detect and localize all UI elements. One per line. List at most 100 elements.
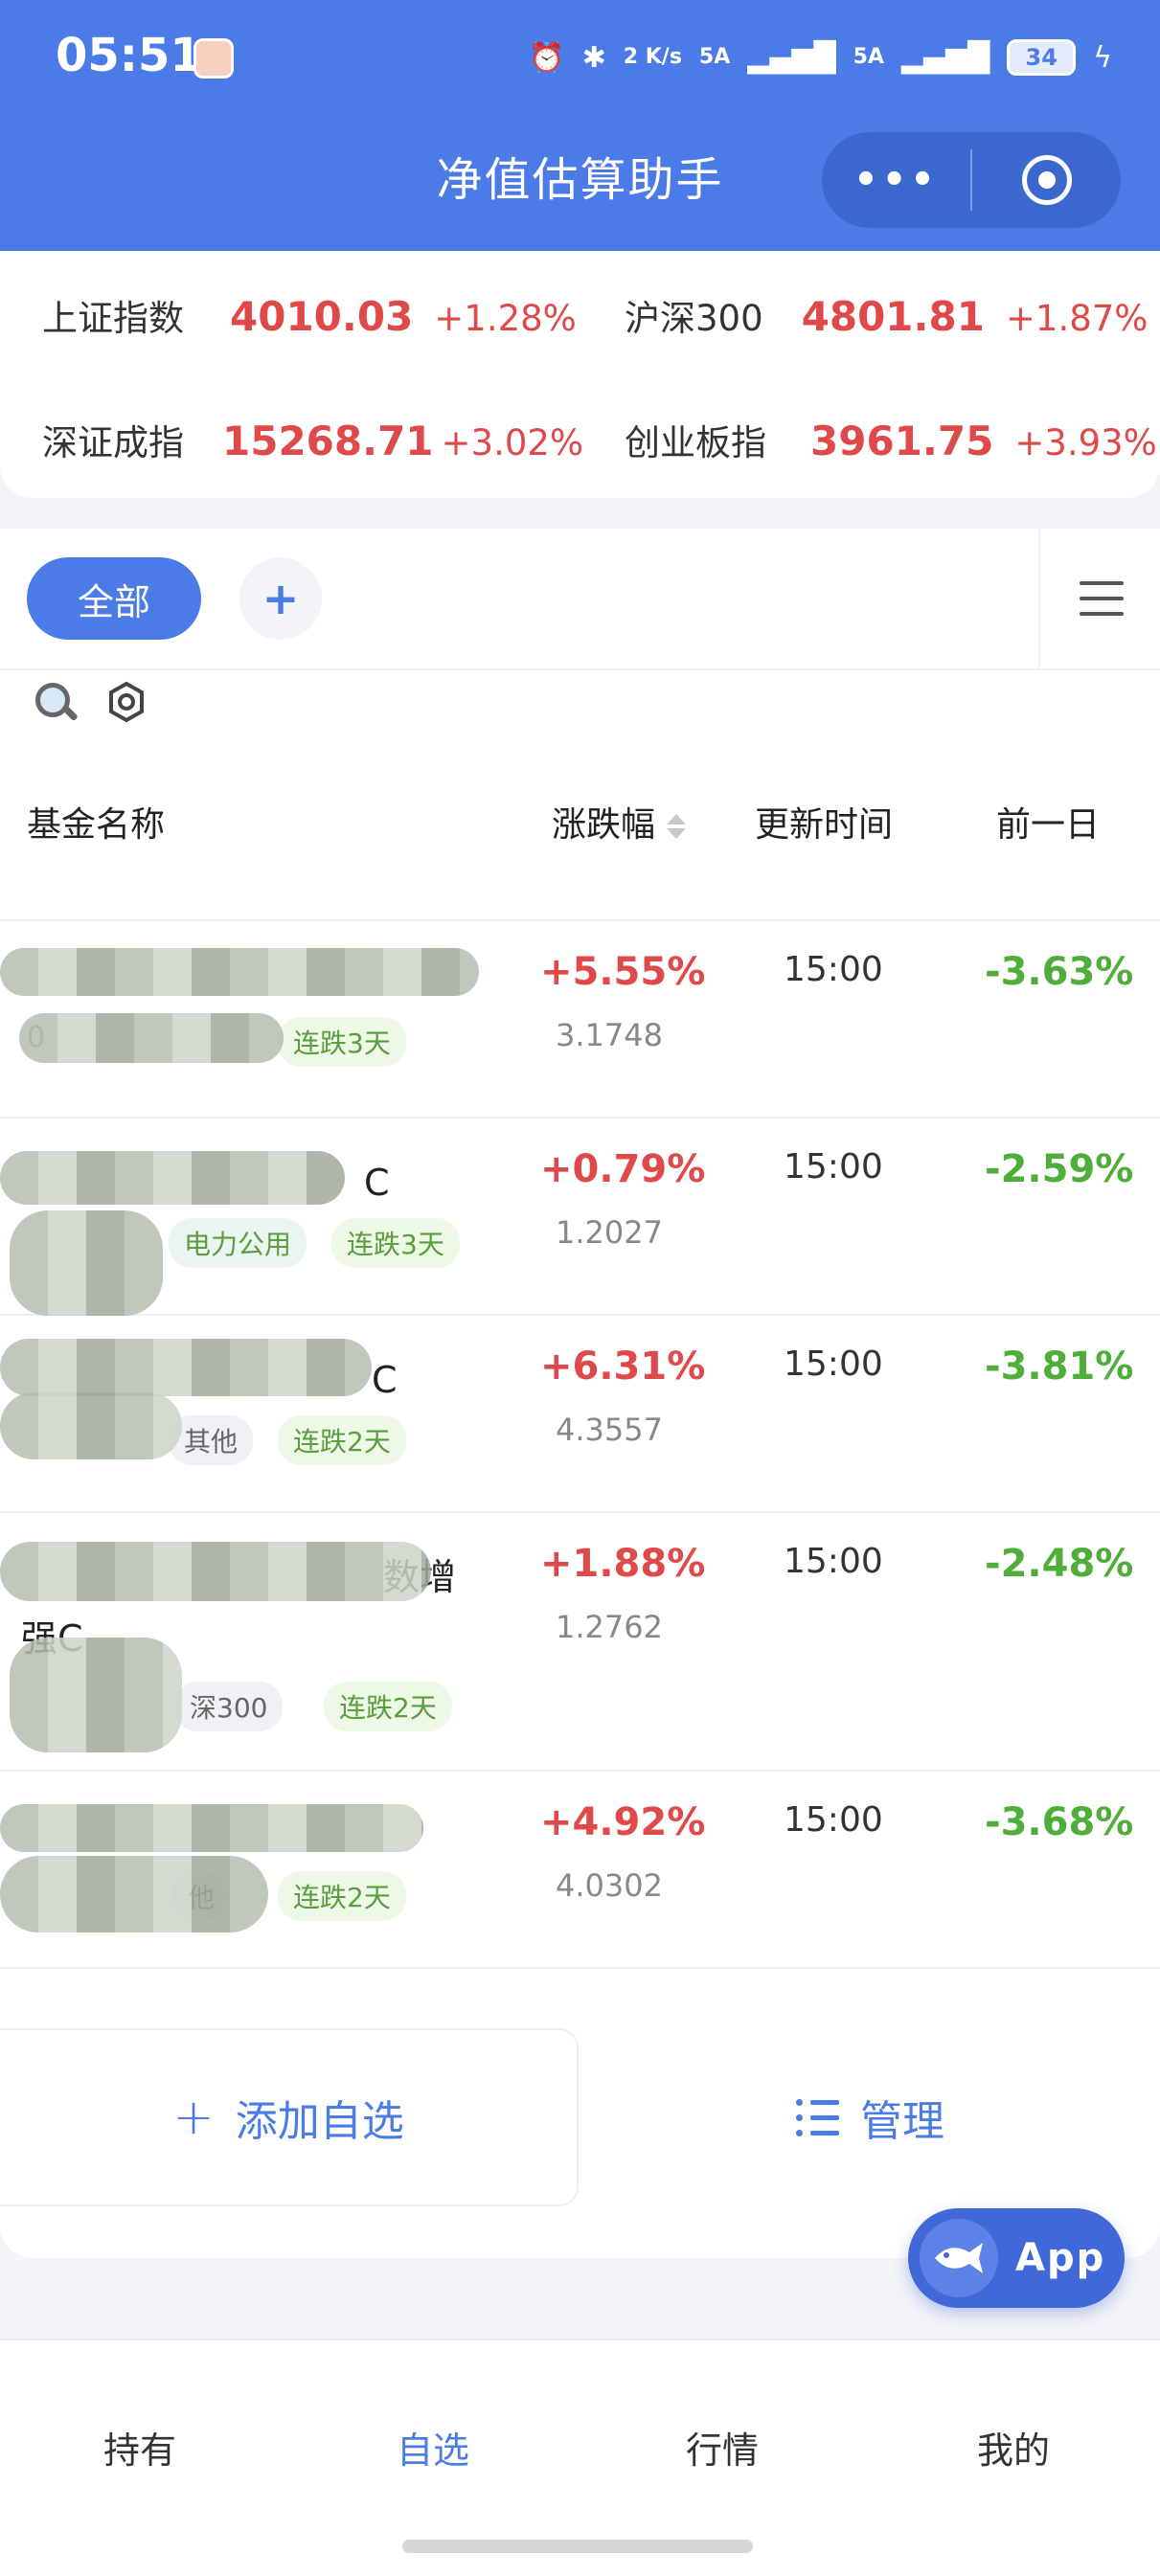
index-change: +3.93%	[1014, 422, 1157, 463]
app-button-label: App	[1015, 2236, 1106, 2280]
alarm-icon: ⏰	[529, 40, 565, 75]
status-icons: ⏰ ✱ 2 K/s 5A ▂▄▆█ 5A ▂▄▆█ 34 ϟ	[529, 29, 1112, 86]
index-name: 沪深300	[625, 298, 763, 339]
index-value: 3961.75	[810, 418, 994, 464]
table-row[interactable]: 0 连跌3天 +5.55% 3.1748 15:00 -3.63%	[0, 921, 1160, 1119]
sort-icon	[667, 814, 687, 839]
menu-icon[interactable]	[1038, 529, 1160, 668]
plus-icon: +	[172, 2089, 215, 2146]
index-change: +1.87%	[1005, 298, 1149, 339]
home-indicator[interactable]	[402, 2540, 753, 2553]
fund-change: +0.79%	[540, 1147, 706, 1191]
status-time: 05:51	[56, 29, 202, 82]
index-name: 深证成指	[42, 422, 184, 463]
redaction-blur	[0, 1392, 182, 1459]
redaction-blur	[0, 1856, 268, 1932]
app-header: 05:51 ⏰ ✱ 2 K/s 5A ▂▄▆█ 5A ▂▄▆█ 34 ϟ 净值估…	[0, 0, 1160, 251]
list-actions: + 添加自选 管理	[0, 2028, 1160, 2206]
fund-prev-change: -2.48%	[985, 1542, 1134, 1586]
fund-nav: 1.2027	[556, 1214, 663, 1251]
add-group-button[interactable]: +	[239, 557, 322, 640]
tab-all[interactable]: 全部	[27, 557, 201, 640]
column-header-change[interactable]: 涨跌幅	[552, 797, 687, 847]
tab-mine[interactable]: 我的	[918, 2421, 1109, 2474]
open-app-button[interactable]: App	[908, 2208, 1125, 2308]
fund-change: +4.92%	[540, 1800, 706, 1844]
more-dots-icon[interactable]: •••	[822, 158, 970, 202]
network-speed: 2 K/s	[623, 45, 682, 69]
tag-sector: 深300	[174, 1682, 284, 1731]
column-header-prev: 前一日	[996, 805, 1101, 845]
redaction-blur	[0, 1542, 431, 1601]
index-value: 15268.71	[222, 418, 434, 464]
group-tabs: 全部 +	[0, 529, 1160, 670]
manage-button[interactable]: 管理	[580, 2028, 1160, 2206]
signal-1: 5A	[698, 45, 731, 69]
tag-streak: 连跌2天	[278, 1415, 406, 1465]
fund-prev-change: -2.59%	[985, 1147, 1134, 1191]
fund-change: +6.31%	[540, 1344, 706, 1389]
fund-nav: 4.3557	[556, 1412, 663, 1448]
tab-market[interactable]: 行情	[626, 2421, 818, 2474]
fund-update-time: 15:00	[784, 1542, 883, 1581]
close-button[interactable]	[972, 155, 1121, 205]
index-item-hs300[interactable]: 沪深300 4801.81 +1.87%	[625, 289, 1148, 341]
charging-icon: ϟ	[1093, 40, 1112, 75]
list-icon	[796, 2098, 839, 2136]
fund-nav: 3.1748	[556, 1017, 663, 1053]
index-change: +3.02%	[441, 422, 584, 463]
fund-update-time: 15:00	[784, 1147, 883, 1186]
fish-icon	[920, 2219, 998, 2297]
notification-app-icon	[193, 38, 234, 79]
settings-hex-icon[interactable]	[105, 681, 148, 723]
index-item-chinext[interactable]: 创业板指 3961.75 +3.93%	[625, 414, 1157, 465]
fund-change: +1.88%	[540, 1542, 706, 1586]
tag-streak: 连跌3天	[331, 1218, 460, 1268]
tag-streak: 连跌2天	[278, 1871, 406, 1921]
column-header-name: 基金名称	[27, 805, 166, 845]
redaction-blur	[0, 1151, 345, 1205]
add-watchlist-button[interactable]: + 添加自选	[0, 2028, 579, 2206]
tag-streak: 连跌3天	[278, 1017, 406, 1067]
signal-bars-icon-2: ▂▄▆█	[900, 40, 990, 75]
bluetooth-icon: ✱	[581, 40, 606, 75]
fund-update-time: 15:00	[784, 1344, 883, 1384]
redaction-blur	[10, 1638, 182, 1752]
target-icon	[1021, 155, 1072, 205]
index-item-shenzhen[interactable]: 深证成指 15268.71 +3.02%	[42, 414, 583, 465]
index-value: 4010.03	[230, 293, 414, 340]
table-row[interactable]: 数增 强C 深300 连跌2天 +1.88% 1.2762 15:00 -2.4…	[0, 1513, 1160, 1772]
redaction-blur	[0, 1804, 423, 1852]
column-header-change-label: 涨跌幅	[552, 805, 656, 845]
tab-watchlist[interactable]: 自选	[337, 2421, 529, 2474]
fund-prev-change: -3.68%	[985, 1800, 1134, 1844]
fund-prev-change: -3.81%	[985, 1344, 1134, 1389]
add-watchlist-label: 添加自选	[235, 2097, 404, 2146]
table-row[interactable]: 他 连跌2天 +4.92% 4.0302 15:00 -3.68%	[0, 1772, 1160, 1969]
watchlist-section: 全部 + 基金名称 涨跌幅 更新时间 前一日 0 连跌3天 +5.55% 3.1…	[0, 529, 1160, 2258]
tool-row	[33, 680, 148, 724]
miniprogram-capsule: •••	[822, 132, 1121, 228]
tab-holdings[interactable]: 持有	[44, 2421, 236, 2474]
fund-prev-change: -3.63%	[985, 950, 1134, 994]
signal-2: 5A	[853, 45, 884, 69]
battery-icon: 34	[1007, 39, 1077, 76]
redaction-blur	[19, 1013, 284, 1063]
column-header-time: 更新时间	[755, 805, 894, 845]
fund-update-time: 15:00	[784, 1800, 883, 1840]
fund-nav: 4.0302	[556, 1867, 663, 1904]
search-icon[interactable]	[33, 680, 77, 724]
index-change: +1.28%	[434, 298, 577, 339]
redaction-blur	[10, 1210, 163, 1316]
tag-streak: 连跌2天	[324, 1682, 452, 1731]
table-row[interactable]: C 其他 连跌2天 +6.31% 4.3557 15:00 -3.81%	[0, 1316, 1160, 1513]
redaction-blur	[0, 1339, 372, 1396]
index-item-shanghai[interactable]: 上证指数 4010.03 +1.28%	[42, 289, 577, 341]
tag-sector: 电力公用	[169, 1218, 307, 1268]
fund-update-time: 15:00	[784, 950, 883, 989]
signal-bars-icon: ▂▄▆█	[747, 40, 836, 75]
table-row[interactable]: C 电力公用 连跌3天 +0.79% 1.2027 15:00 -2.59%	[0, 1119, 1160, 1316]
redaction-blur	[0, 948, 479, 996]
fund-change: +5.55%	[540, 950, 706, 994]
index-value: 4801.81	[801, 293, 985, 340]
